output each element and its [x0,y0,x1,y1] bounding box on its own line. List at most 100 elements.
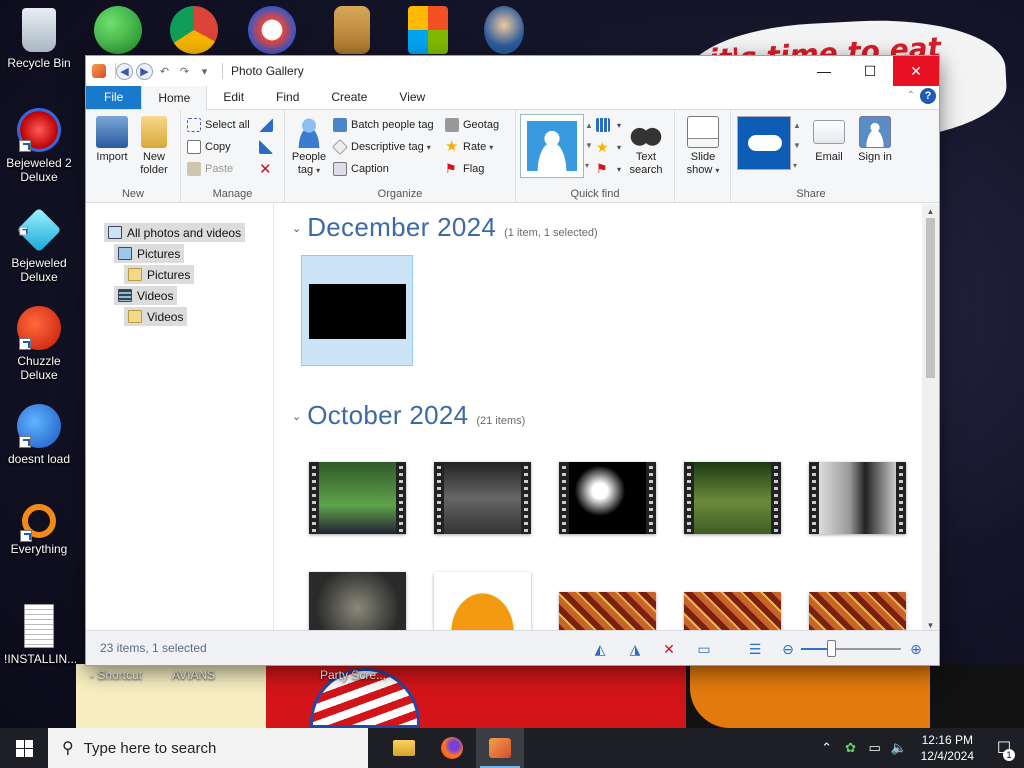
volume-icon[interactable]: 🔈 [887,740,911,756]
copy-button[interactable]: Copy [187,137,231,157]
desktop-icon-recycle-bin[interactable]: Recycle Bin [4,8,74,70]
pictures-icon [118,247,132,260]
tab-find[interactable]: Find [260,85,315,109]
rotate-right-icon[interactable]: ◮ [626,640,644,658]
zoom-slider-thumb[interactable] [827,640,836,657]
photo-thumbnail[interactable] [434,572,531,632]
chevron-down-icon[interactable]: ⌄ [292,410,301,423]
scroll-up-arrow-icon[interactable]: ▲ [922,204,939,218]
desktop-icon-everything[interactable]: Everything [4,504,74,556]
rate-button[interactable]: ★ Rate ▾ [445,137,493,157]
nav-item-pictures[interactable]: Pictures [114,244,185,263]
windows-shield-icon[interactable] [408,6,448,54]
photo-thumbnail[interactable] [684,592,781,632]
people-gallery[interactable] [520,114,584,178]
taskbar-search[interactable]: ⚲ Type here to search [48,728,368,768]
share-scroll-icon[interactable]: ▲ ▼ ▾ [793,116,801,176]
rotate-left-button[interactable] [259,115,277,135]
photo-thumbnail[interactable] [559,592,656,632]
back-arrow-icon[interactable]: ◀ [116,62,133,80]
desktop-icon-bejeweled-2[interactable]: Bejeweled 2 Deluxe [4,108,74,184]
gallery-scroll-icon[interactable]: ▲ ▼ ▾ [585,116,593,176]
zoom-slider[interactable] [801,640,901,657]
details-view-icon[interactable]: ☰ [746,640,764,658]
slide-show-button[interactable]: Slide show ▾ [681,116,725,177]
photo-thumbnail[interactable] [809,592,906,632]
undo-icon[interactable]: ↶ [156,63,173,80]
help-icon[interactable]: ? [920,88,936,104]
redo-icon[interactable]: ↷ [176,63,193,80]
desktop-icon-installing[interactable]: !INSTALLIN... [4,604,77,666]
text-search-button[interactable]: Text search [624,116,668,177]
tab-view[interactable]: View [383,85,441,109]
batch-people-tag-button[interactable]: Batch people tag [333,115,434,135]
desktop-icon-bejeweled[interactable]: Bejeweled Deluxe [4,207,74,284]
taskbar-photo-gallery[interactable] [476,728,524,768]
nav-item-videos-folder[interactable]: Videos [124,307,188,326]
filter-view-button[interactable]: ▾ [596,115,621,135]
delete-button[interactable]: ✕ [259,159,272,179]
email-button[interactable]: Email [807,116,851,164]
slideshow-icon[interactable]: ▭ [695,640,713,658]
start-button[interactable] [0,728,48,768]
select-all-button[interactable]: Select all [187,115,250,135]
nav-item-pictures-folder[interactable]: Pictures [124,265,195,284]
tab-create[interactable]: Create [315,85,383,109]
video-thumbnail[interactable] [809,462,906,534]
taskbar-firefox[interactable] [428,728,476,768]
tab-file[interactable]: File [86,85,142,109]
video-thumbnail[interactable] [434,462,531,534]
zoom-out-icon[interactable]: ⊖ [779,640,797,658]
collapse-ribbon-icon[interactable]: ⌃ [907,90,915,101]
minimize-button[interactable]: — [801,56,847,86]
filter-rating-button[interactable]: ★ ▾ [596,137,621,157]
tab-edit[interactable]: Edit [207,85,260,109]
desktop-icon-chuzzle[interactable]: Chuzzle Deluxe [4,306,74,382]
nav-item-all-photos[interactable]: All photos and videos [104,223,246,242]
network-icon[interactable]: ▭ [863,740,887,756]
quick-access-dropdown-icon[interactable]: ▾ [196,63,213,80]
character-icon[interactable] [484,6,524,54]
delete-icon[interactable]: ✕ [660,640,678,658]
paste-button[interactable]: Paste [187,159,233,179]
vertical-scrollbar[interactable]: ▲ ▼ [922,204,939,632]
rotate-right-button[interactable] [259,137,277,157]
scrollbar-thumb[interactable] [926,218,935,378]
onedrive-gallery[interactable] [737,116,791,170]
import-button[interactable]: Import [90,116,134,164]
maximize-button[interactable]: ☐ [847,56,893,86]
nav-item-videos[interactable]: Videos [114,286,178,305]
people-tag-button[interactable]: People tag ▾ [287,116,331,177]
tab-home[interactable]: Home [141,85,208,110]
sign-in-button[interactable]: Sign in [853,116,897,164]
forward-arrow-icon[interactable]: ▶ [136,62,153,80]
rotate-left-icon[interactable]: ◭ [591,640,609,658]
video-thumbnail[interactable] [309,462,406,534]
geotag-button[interactable]: Geotag [445,115,499,135]
chuzzle-icon [17,306,61,350]
chrome-icon[interactable] [170,6,218,54]
desktop-icon-thunderbird[interactable]: doesnt load [4,404,74,466]
taskbar-file-explorer[interactable] [380,728,428,768]
new-folder-button[interactable]: New folder [132,116,176,177]
filter-flag-button[interactable]: ⚑ ▾ [596,159,621,179]
video-thumbnail[interactable] [684,462,781,534]
video-thumbnail[interactable] [559,462,656,534]
caption-button[interactable]: Caption [333,159,389,179]
zoom-in-icon[interactable]: ⊕ [907,640,925,658]
chevron-up-icon[interactable]: ⌃ [815,740,839,756]
close-button[interactable]: ✕ [893,56,939,86]
selected-thumbnail[interactable] [301,255,413,366]
flag-button[interactable]: ⚑ Flag [445,159,484,179]
p-app-icon[interactable] [248,6,296,54]
clock[interactable]: 12:16 PM 12/4/2024 [911,732,984,764]
section-header-october[interactable]: ⌄ October 2024 (21 items) [292,400,525,431]
chevron-down-icon[interactable]: ⌄ [292,222,301,235]
descriptive-tag-button[interactable]: Descriptive tag ▾ [332,137,431,157]
photo-thumbnail[interactable] [309,572,406,632]
messenger-icon[interactable] [94,6,142,54]
folder-icon[interactable] [334,6,370,54]
notification-icon[interactable]: ☐ 1 [984,738,1024,761]
section-header-december[interactable]: ⌄ December 2024 (1 item, 1 selected) [292,212,598,243]
app-tray-icon[interactable]: ✿ [839,740,863,756]
